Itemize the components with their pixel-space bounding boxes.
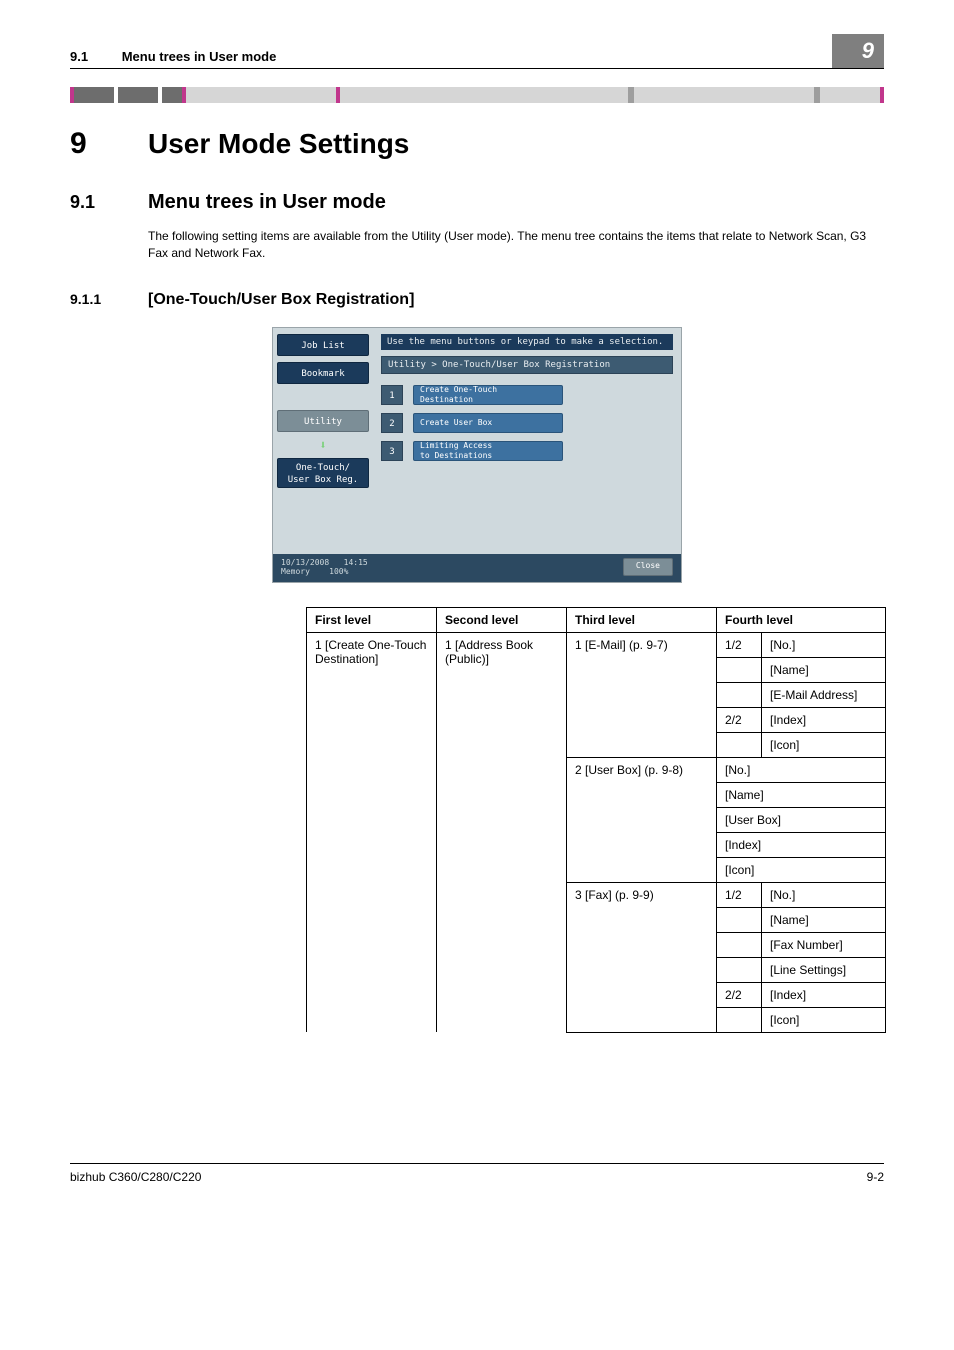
- screenshot-breadcrumb: Utility > One-Touch/User Box Registratio…: [381, 356, 673, 374]
- chapter-title: User Mode Settings: [148, 128, 409, 160]
- table-header: Second level: [437, 607, 567, 632]
- menu-label: Limiting Access to Destinations: [413, 441, 563, 461]
- screenshot-memory-value: 100%: [329, 567, 348, 576]
- table-cell: 2/2: [717, 707, 762, 732]
- table-cell: [717, 732, 762, 757]
- page-footer: bizhub C360/C280/C220 9-2: [70, 1163, 884, 1184]
- table-header: First level: [307, 607, 437, 632]
- table-cell: [717, 907, 762, 932]
- section-title: Menu trees in User mode: [148, 191, 386, 214]
- decorative-tick-bar: [70, 87, 884, 103]
- screenshot-memory-label: Memory: [281, 567, 310, 576]
- subsection-number: 9.1.1: [70, 291, 148, 307]
- menu-tree-table: First level Second level Third level Fou…: [306, 607, 886, 1033]
- table-header: Third level: [567, 607, 717, 632]
- footer-page-number: 9-2: [867, 1170, 884, 1184]
- table-cell: [Line Settings]: [762, 957, 886, 982]
- screenshot-date: 10/13/2008: [281, 558, 329, 567]
- section-body-text: The following setting items are availabl…: [148, 228, 884, 263]
- table-cell: [Index]: [762, 982, 886, 1007]
- section-heading: 9.1 Menu trees in User mode: [70, 191, 884, 214]
- menu-number: 1: [381, 385, 403, 405]
- table-cell: [Index]: [717, 832, 886, 857]
- footer-model: bizhub C360/C280/C220: [70, 1170, 201, 1184]
- table-cell: 1 [E-Mail] (p. 9-7): [567, 632, 717, 757]
- table-cell: 2/2: [717, 982, 762, 1007]
- table-cell: [Icon]: [762, 732, 886, 757]
- embedded-screenshot: Job List Bookmark Utility ⬇ One-Touch/ U…: [272, 327, 682, 583]
- screenshot-menu-item[interactable]: 3 Limiting Access to Destinations: [381, 440, 673, 462]
- table-cell: [No.]: [762, 632, 886, 657]
- down-arrow-icon: ⬇: [277, 438, 369, 452]
- table-cell: [717, 932, 762, 957]
- table-cell: 1/2: [717, 632, 762, 657]
- table-cell: [Fax Number]: [762, 932, 886, 957]
- table-header: Fourth level: [717, 607, 886, 632]
- table-cell: [No.]: [762, 882, 886, 907]
- menu-label: Create One-Touch Destination: [413, 385, 563, 405]
- table-cell: [Index]: [762, 707, 886, 732]
- table-cell: 1/2: [717, 882, 762, 907]
- subsection-heading: 9.1.1 [One-Touch/User Box Registration]: [70, 291, 884, 309]
- table-cell: [Icon]: [762, 1007, 886, 1032]
- running-header: 9.1 Menu trees in User mode 9: [70, 30, 884, 69]
- subsection-title: [One-Touch/User Box Registration]: [148, 291, 414, 309]
- table-cell: 3 [Fax] (p. 9-9): [567, 882, 717, 1032]
- table-cell: [Name]: [717, 782, 886, 807]
- table-cell: [Name]: [762, 907, 886, 932]
- table-cell: 1 [Create One-Touch Destination]: [307, 632, 437, 1032]
- table-cell: [717, 657, 762, 682]
- menu-number: 2: [381, 413, 403, 433]
- screenshot-menu-item[interactable]: 2 Create User Box: [381, 412, 673, 434]
- table-cell: [Name]: [762, 657, 886, 682]
- table-cell: [717, 682, 762, 707]
- table-cell: [No.]: [717, 757, 886, 782]
- header-section-title: Menu trees in User mode: [122, 49, 277, 64]
- table-cell: [Icon]: [717, 857, 886, 882]
- table-cell: 2 [User Box] (p. 9-8): [567, 757, 717, 882]
- chapter-heading: 9 User Mode Settings: [70, 127, 884, 161]
- table-cell: 1 [Address Book (Public)]: [437, 632, 567, 1032]
- screenshot-utility-button[interactable]: Utility: [277, 410, 369, 432]
- table-cell: [User Box]: [717, 807, 886, 832]
- screenshot-time: 14:15: [344, 558, 368, 567]
- screenshot-close-button[interactable]: Close: [623, 558, 673, 576]
- chapter-number: 9: [70, 127, 148, 161]
- table-cell: [E-Mail Address]: [762, 682, 886, 707]
- menu-number: 3: [381, 441, 403, 461]
- table-cell: [717, 1007, 762, 1032]
- table-cell: [717, 957, 762, 982]
- screenshot-menu-item[interactable]: 1 Create One-Touch Destination: [381, 384, 673, 406]
- menu-label: Create User Box: [413, 413, 563, 433]
- screenshot-instruction: Use the menu buttons or keypad to make a…: [381, 334, 673, 350]
- screenshot-joblist-button[interactable]: Job List: [277, 334, 369, 356]
- section-number: 9.1: [70, 192, 148, 213]
- screenshot-bookmark-button[interactable]: Bookmark: [277, 362, 369, 384]
- screenshot-reg-button[interactable]: One-Touch/ User Box Reg.: [277, 458, 369, 488]
- chapter-tab: 9: [832, 34, 884, 68]
- header-section-number: 9.1: [70, 49, 88, 64]
